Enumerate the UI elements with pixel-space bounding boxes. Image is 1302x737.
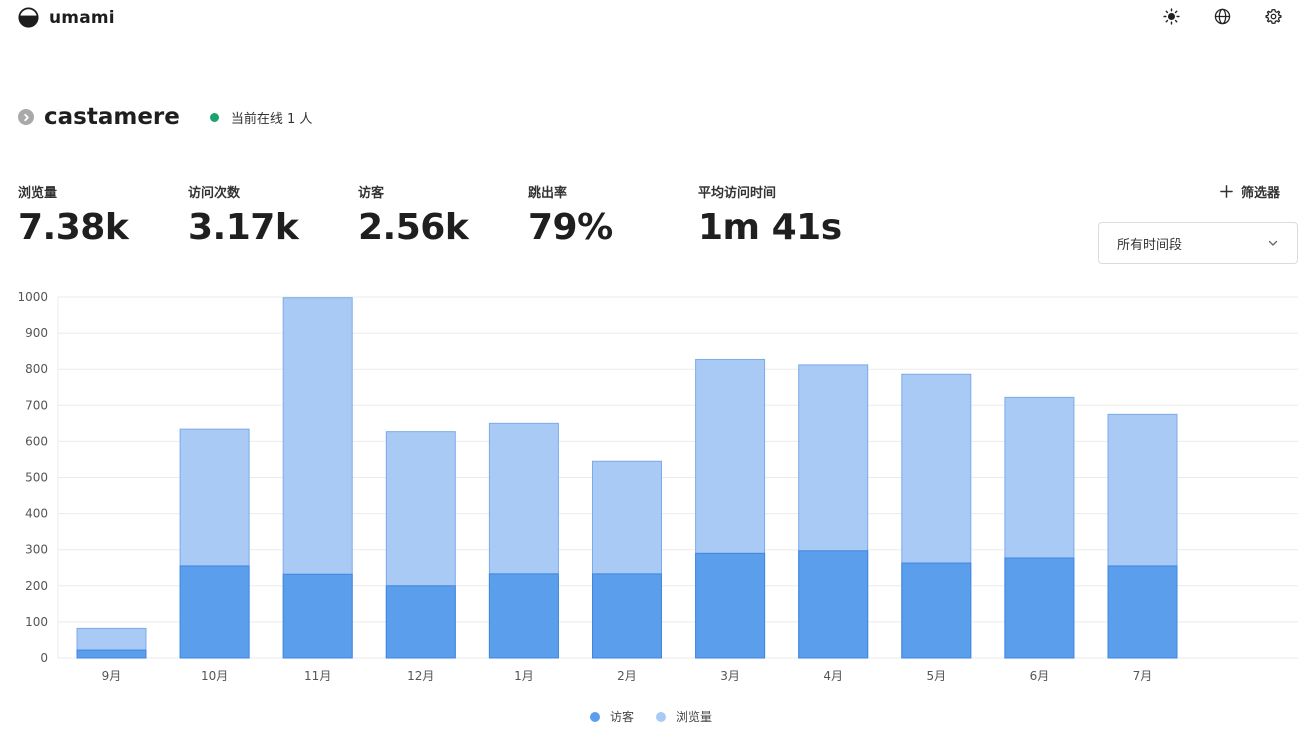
website-name: castamere — [44, 104, 180, 130]
globe-icon — [1214, 8, 1231, 25]
metrics-bar: 浏览量 7.38k 访问次数 3.17k 访客 2.56k 跳出率 79% 平均… — [18, 182, 868, 248]
y-tick-label: 700 — [25, 398, 48, 412]
x-tick-label: 2月 — [617, 669, 637, 683]
x-tick-label: 6月 — [1030, 669, 1050, 683]
x-tick-label: 12月 — [407, 669, 434, 683]
x-tick-label: 5月 — [926, 669, 946, 683]
filter-button-label: 筛选器 — [1240, 186, 1280, 201]
bar-visitors — [695, 552, 766, 659]
settings-button[interactable] — [1265, 8, 1282, 25]
y-tick-label: 0 — [40, 651, 48, 665]
x-tick-label: 4月 — [823, 669, 843, 683]
x-tick-label: 1月 — [514, 669, 534, 683]
online-status-dot — [209, 112, 219, 122]
x-tick-label: 9月 — [102, 669, 122, 683]
bar-visitors — [282, 573, 353, 659]
gear-icon — [1265, 9, 1282, 24]
metric-value: 79% — [528, 207, 613, 248]
y-tick-label: 500 — [25, 471, 48, 485]
add-filter-button[interactable]: 筛选器 — [1220, 182, 1280, 201]
date-range-select[interactable]: 所有时间段 — [1098, 222, 1298, 264]
plus-icon — [1220, 185, 1233, 198]
y-tick-label: 800 — [25, 362, 48, 376]
date-range-value: 所有时间段 — [1117, 237, 1183, 253]
x-tick-label: 11月 — [304, 669, 331, 683]
app-name: umami — [49, 7, 115, 28]
language-button[interactable] — [1214, 8, 1231, 25]
bar-visitors — [901, 562, 972, 659]
legend-label: 访客 — [609, 710, 634, 724]
x-tick-label: 10月 — [201, 669, 228, 683]
metric-label: 跳出率 — [528, 186, 568, 201]
metric-bounce-rate: 跳出率 79% — [528, 182, 698, 248]
umami-logo-icon — [18, 7, 39, 28]
metric-value: 7.38k — [18, 207, 129, 248]
active-users: 当前在线 1 人 — [209, 108, 313, 127]
y-tick-label: 900 — [25, 326, 48, 340]
website-link-button[interactable] — [18, 109, 34, 125]
y-tick-label: 200 — [25, 579, 48, 593]
legend-swatch-pageviews — [656, 711, 666, 722]
metric-value: 3.17k — [188, 207, 299, 248]
y-tick-label: 1000 — [17, 290, 48, 304]
bar-visitors — [1004, 557, 1075, 659]
bar-visitors — [385, 585, 456, 659]
bar-visitors — [592, 573, 662, 659]
metric-value: 1m 41s — [698, 207, 842, 248]
active-users-text: 当前在线 1 人 — [230, 111, 313, 127]
bar-visitors — [488, 573, 559, 659]
chevron-right-icon — [23, 113, 29, 121]
metric-visits: 访问次数 3.17k — [188, 182, 358, 248]
legend-swatch-visitors — [589, 711, 600, 722]
x-tick-label: 7月 — [1133, 669, 1153, 683]
app-logo[interactable]: umami — [18, 7, 115, 28]
metric-pageviews: 浏览量 7.38k — [18, 182, 188, 248]
y-tick-label: 100 — [25, 615, 48, 629]
top-bar: umami — [0, 0, 1302, 36]
legend-item-visitors[interactable]: 访客 — [589, 708, 634, 725]
y-tick-label: 600 — [25, 434, 48, 448]
metric-label: 平均访问时间 — [698, 186, 777, 201]
pageviews-chart: 0 100 200 300 400 500 600 700 800 900 1000 9月 10月 11月… — [0, 282, 1302, 702]
y-tick-label: 400 — [25, 507, 48, 521]
bar-visitors — [1107, 565, 1178, 659]
y-tick-label: 300 — [25, 543, 48, 557]
legend-label: 浏览量 — [676, 710, 713, 724]
bar-visitors — [798, 550, 869, 659]
bar-visitors — [76, 649, 147, 659]
chart-canvas: 0 100 200 300 400 500 600 700 800 900 1000 9月 10月 11月… — [17, 290, 1298, 683]
chevron-down-icon — [1268, 240, 1278, 246]
theme-toggle-button[interactable] — [1163, 8, 1180, 25]
legend-item-pageviews[interactable]: 浏览量 — [656, 708, 712, 725]
metric-label: 访问次数 — [188, 186, 241, 201]
x-tick-label: 3月 — [720, 669, 740, 683]
bar-visitors — [179, 565, 250, 659]
header-actions — [1163, 8, 1282, 25]
metric-label: 浏览量 — [18, 186, 58, 201]
website-header: castamere 当前在线 1 人 — [18, 104, 312, 130]
metric-label: 访客 — [358, 186, 385, 201]
metric-avg-visit-time: 平均访问时间 1m 41s — [698, 182, 868, 248]
chart-legend: 访客 浏览量 — [0, 708, 1302, 725]
metric-value: 2.56k — [358, 207, 469, 248]
sun-icon — [1163, 8, 1180, 25]
metric-visitors: 访客 2.56k — [358, 182, 528, 248]
